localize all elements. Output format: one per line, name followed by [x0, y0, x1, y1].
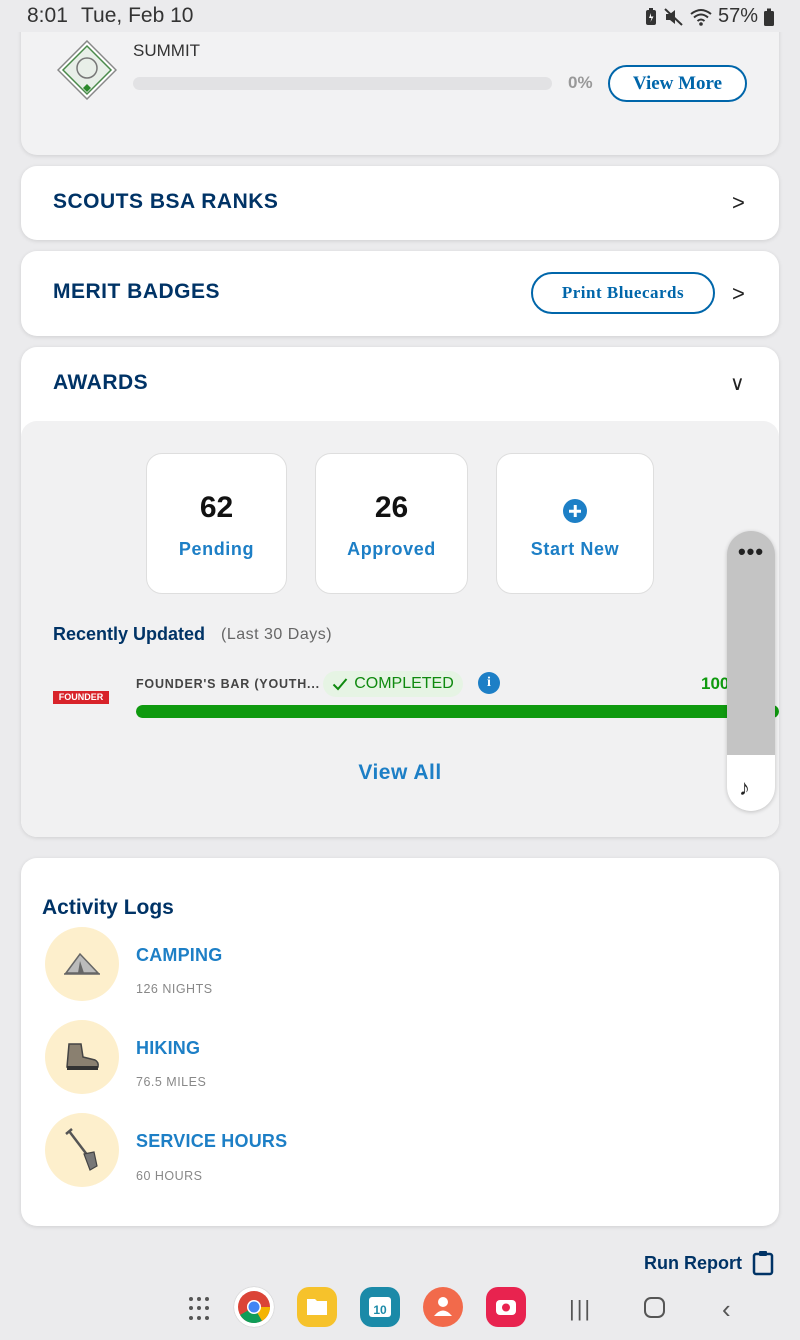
ranks-title: SCOUTS BSA RANKS — [53, 190, 279, 213]
awards-card: AWARDS ∨ 62 Pending 26 Approved Start Ne… — [21, 347, 779, 837]
tent-icon — [45, 927, 119, 1001]
awards-panel: 62 Pending 26 Approved Start New Recentl… — [21, 421, 779, 837]
recents-button[interactable]: ||| — [569, 1296, 592, 1322]
back-button[interactable]: ‹ — [722, 1294, 731, 1325]
activity-logs-title: Activity Logs — [42, 896, 174, 919]
awards-title: AWARDS — [53, 371, 149, 394]
svg-text:10: 10 — [373, 1303, 387, 1317]
shovel-icon — [45, 1113, 119, 1187]
calendar-app-icon[interactable]: 10 — [360, 1287, 400, 1327]
approved-label: Approved — [347, 539, 436, 559]
status-time: 8:01 — [27, 4, 68, 27]
scouts-bsa-ranks-row[interactable]: SCOUTS BSA RANKS > — [21, 166, 779, 240]
activity-service-hours[interactable]: SERVICE HOURS — [136, 1131, 287, 1152]
activity-logs-card: Activity Logs CAMPING 126 NIGHTS HIKING … — [21, 858, 779, 1226]
boot-icon — [45, 1020, 119, 1094]
camera-app-icon[interactable] — [486, 1287, 526, 1327]
summit-name: SUMMIT — [133, 41, 201, 60]
merit-badges-title: MERIT BADGES — [53, 280, 221, 303]
status-icons: 57% — [644, 5, 774, 28]
info-icon[interactable]: i — [478, 672, 500, 694]
print-bluecards-button[interactable]: Print Bluecards — [531, 272, 715, 314]
plus-icon — [563, 499, 587, 523]
run-report-button[interactable]: Run Report — [644, 1250, 774, 1276]
summit-percent: 0% — [568, 73, 593, 92]
view-more-button[interactable]: View More — [608, 65, 747, 102]
status-date: Tue, Feb 10 — [81, 4, 194, 27]
files-app-icon[interactable] — [297, 1287, 337, 1327]
view-all-link[interactable]: View All — [21, 761, 779, 785]
award-name[interactable]: FOUNDER'S BAR (YOUTH... — [136, 677, 320, 691]
chevron-right-icon: > — [732, 190, 745, 215]
approved-count: 26 — [374, 491, 409, 524]
summit-badge-icon — [57, 40, 117, 100]
mute-icon — [664, 7, 683, 26]
award-percent: 100 — [701, 674, 730, 693]
activity-camping[interactable]: CAMPING — [136, 945, 222, 966]
chevron-down-icon: ∨ — [730, 373, 745, 395]
pending-stat[interactable]: 62 Pending — [146, 453, 287, 594]
approved-stat[interactable]: 26 Approved — [315, 453, 468, 594]
activity-camping-value: 126 NIGHTS — [136, 982, 213, 996]
floating-side-panel[interactable]: ••• ♪ — [727, 531, 775, 811]
completed-status-badge: COMPLETED — [323, 671, 463, 697]
recently-updated-range: (Last 30 Days) — [221, 626, 333, 643]
award-progress-fill — [136, 705, 779, 718]
contacts-app-icon[interactable] — [423, 1287, 463, 1327]
check-icon — [332, 678, 348, 691]
navigation-bar: 10 ||| ‹ — [0, 1280, 800, 1340]
battery-icon — [764, 8, 774, 26]
side-panel-footer[interactable]: ♪ — [727, 755, 775, 811]
run-report-label: Run Report — [644, 1252, 742, 1273]
start-new-button[interactable]: Start New — [496, 453, 654, 594]
activity-hiking-value: 76.5 MILES — [136, 1075, 207, 1089]
awards-header[interactable]: AWARDS ∨ — [21, 347, 779, 421]
battery-percent: 57% — [717, 5, 758, 27]
recently-updated-title: Recently Updated — [53, 624, 206, 644]
home-button[interactable] — [644, 1297, 665, 1318]
summit-progress-bar — [133, 77, 552, 90]
award-progress-bar — [136, 705, 779, 718]
wifi-icon — [690, 8, 712, 26]
pending-count: 62 — [199, 491, 234, 524]
activity-hiking[interactable]: HIKING — [136, 1038, 200, 1059]
completed-label: COMPLETED — [354, 675, 454, 692]
start-new-label: Start New — [530, 539, 620, 559]
clipboard-icon — [752, 1251, 774, 1276]
activity-service-hours-value: 60 HOURS — [136, 1169, 203, 1183]
app-drawer-icon[interactable] — [189, 1297, 213, 1321]
more-options-icon[interactable]: ••• — [727, 541, 775, 563]
status-bar: 8:01 Tue, Feb 10 57% — [0, 0, 800, 32]
merit-badges-row[interactable]: MERIT BADGES Print Bluecards > — [21, 251, 779, 336]
chevron-right-icon: > — [732, 281, 745, 306]
pending-label: Pending — [178, 539, 255, 559]
battery-saver-icon — [645, 7, 656, 25]
chrome-app-icon[interactable] — [234, 1287, 274, 1327]
music-note-icon: ♪ — [739, 775, 750, 800]
founder-logo: FOUNDER — [53, 691, 109, 704]
